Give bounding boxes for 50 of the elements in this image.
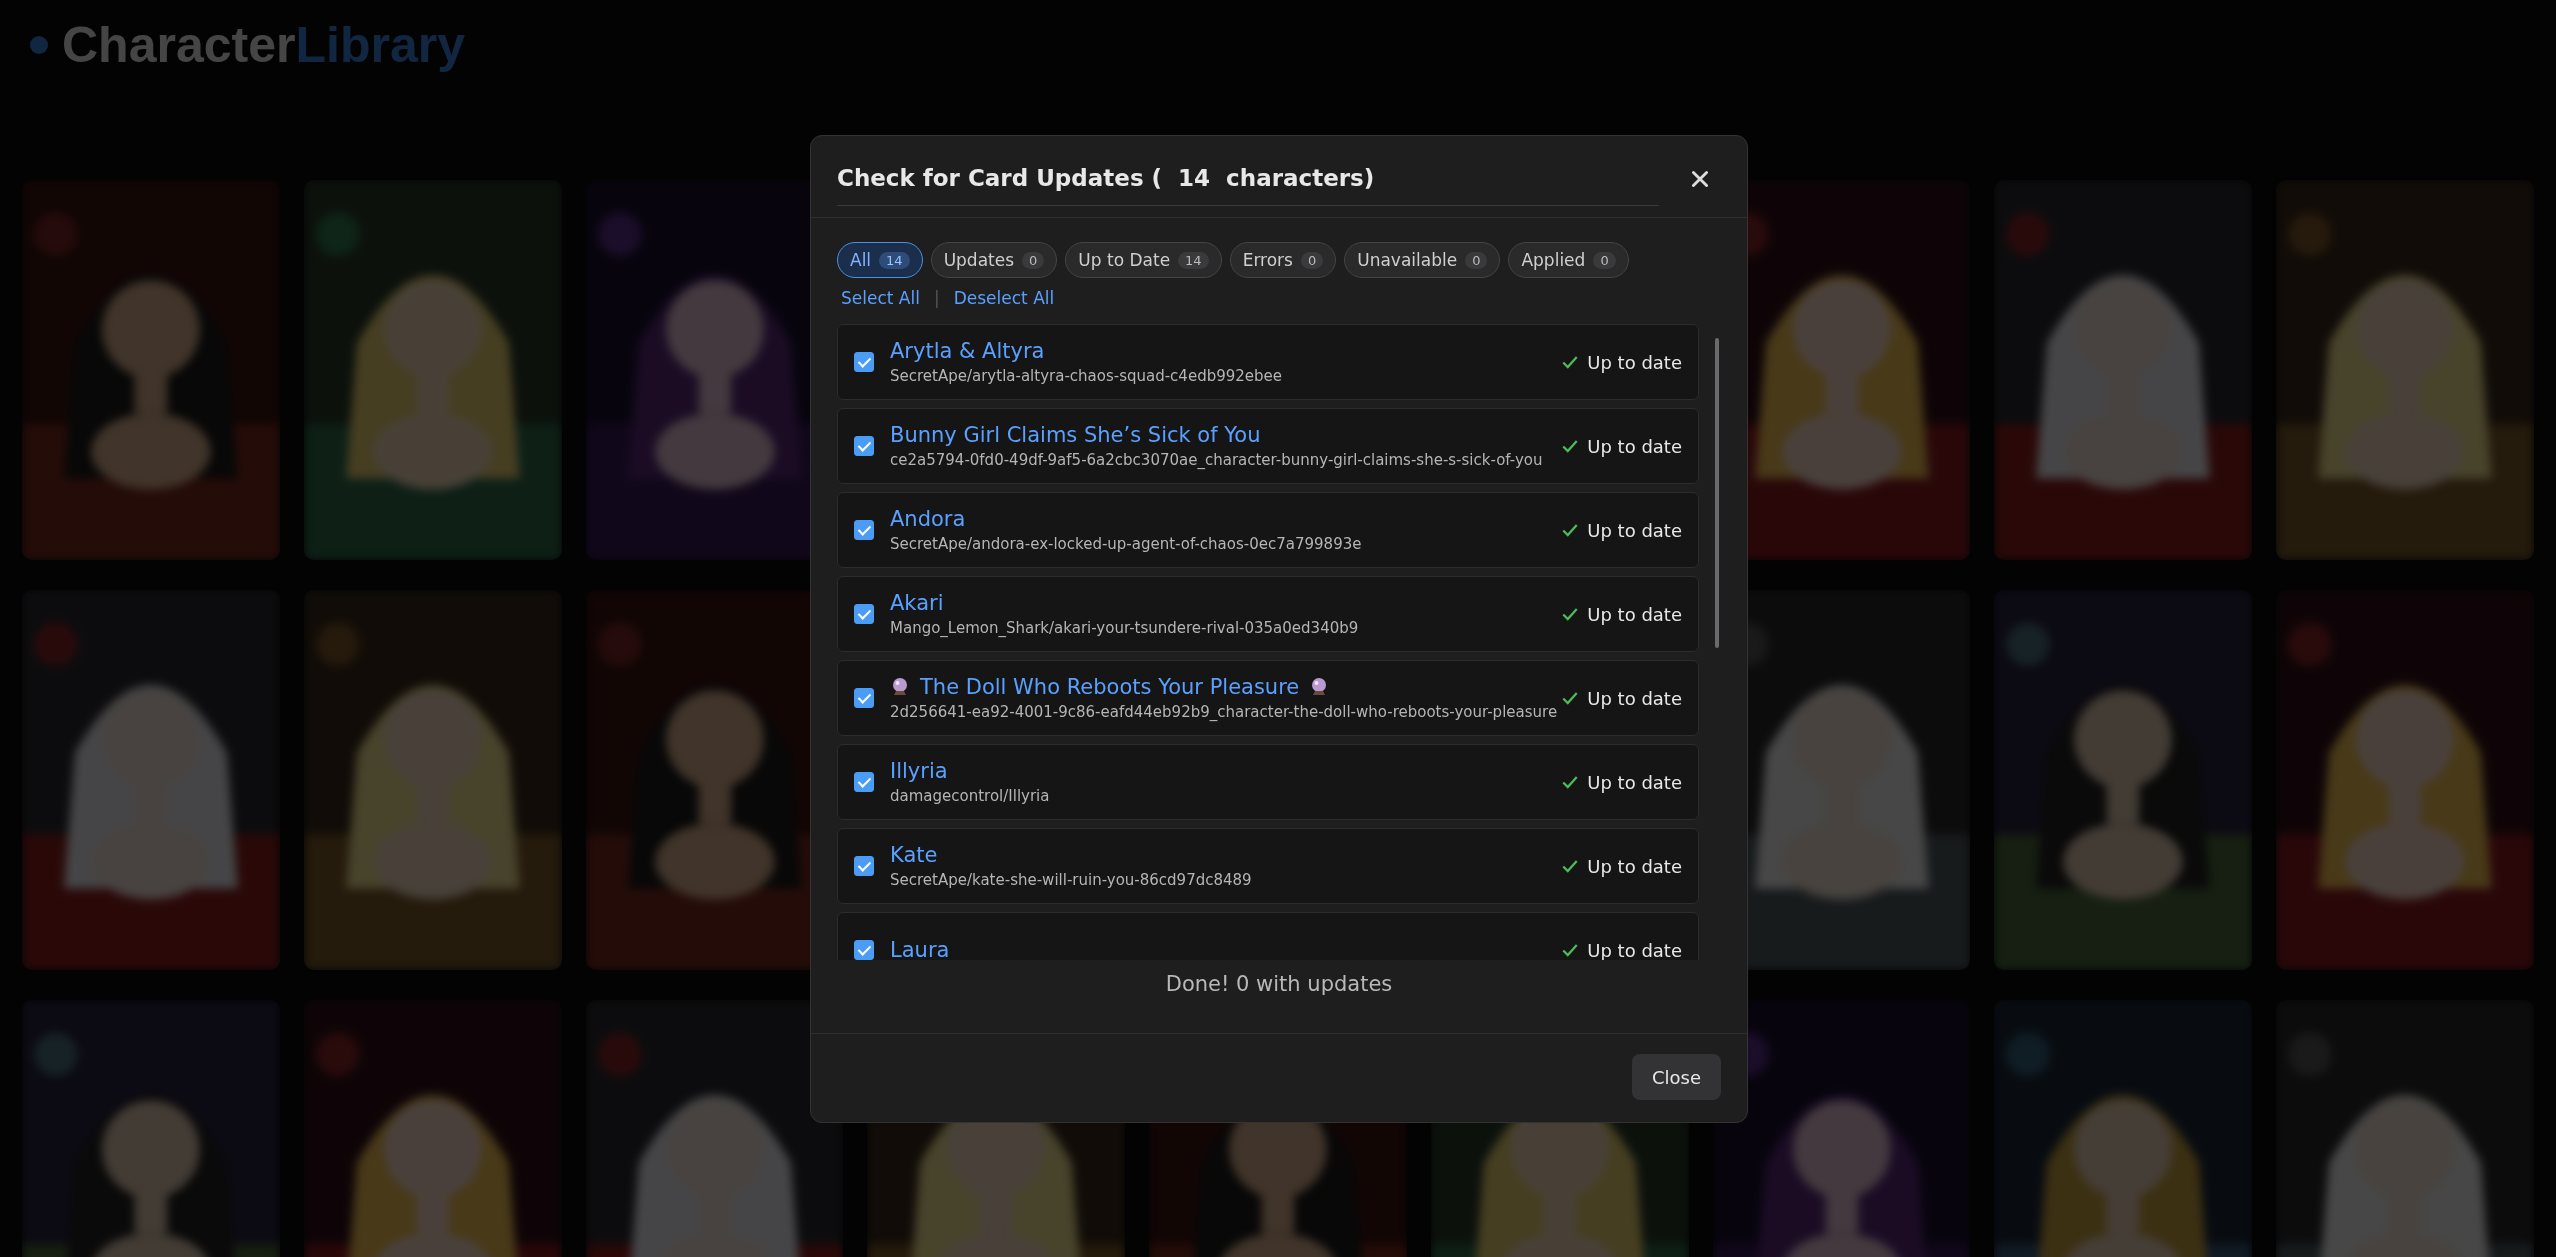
card-path: Mango_Lemon_Shark/akari-your-tsundere-rival-035a0ed340b9 — [890, 619, 1360, 637]
checkbox[interactable] — [854, 772, 874, 792]
dialog-title: Check for Card Updates ( 14 characters) — [837, 165, 1659, 206]
status-text: Up to date — [1587, 603, 1682, 625]
character-name-link[interactable]: The Doll Who Reboots Your Pleasure — [920, 675, 1300, 699]
status-text: Up to date — [1587, 519, 1682, 541]
select-all-link[interactable]: Select All — [841, 288, 920, 308]
checkbox[interactable] — [854, 856, 874, 876]
card-path: damagecontrol/Illyria — [890, 787, 1051, 805]
character-name-link[interactable]: Laura — [890, 938, 950, 960]
character-name-link[interactable]: Illyria — [890, 759, 948, 783]
count-badge: 0 — [1022, 251, 1045, 269]
checkbox[interactable] — [854, 688, 874, 708]
count-badge: 14 — [1178, 251, 1209, 269]
card-path: SecretApe/kate-she-will-ruin-you-86cd97dc8489 — [890, 871, 1253, 889]
checkbox[interactable] — [854, 604, 874, 624]
status-text: Up to date — [1587, 771, 1682, 793]
count-badge: 14 — [879, 251, 910, 269]
status-text: Up to date — [1587, 855, 1682, 877]
filter-tab[interactable]: Errors 0 — [1229, 242, 1337, 278]
scrollbar[interactable] — [1715, 338, 1719, 648]
deselect-all-link[interactable]: Deselect All — [953, 288, 1055, 308]
status-text: Up to date — [1587, 939, 1682, 960]
card-path: SecretApe/arytla-altyra-chaos-squad-c4edb992ebee — [890, 367, 1283, 385]
checkbox[interactable] — [854, 520, 874, 540]
status-text: Up to date — [1587, 435, 1682, 457]
count-badge: 0 — [1300, 251, 1324, 269]
character-name-link[interactable]: Andora — [890, 507, 966, 531]
filter-tab[interactable]: All 14 — [837, 242, 923, 278]
count-badge: 0 — [1465, 251, 1488, 269]
card-path: 2d256641-ea92-4001-9c86-eafd44eb92b9_character-the-doll-who-reboots-your-pleasure — [890, 703, 1559, 721]
separator: | — [933, 288, 940, 308]
checkbox[interactable] — [854, 436, 874, 456]
filter-tab[interactable]: Applied 0 — [1508, 242, 1629, 278]
checkbox[interactable] — [854, 940, 874, 960]
filter-tab[interactable]: Unavailable 0 — [1344, 242, 1501, 278]
summary-text: Done! 0 with updates — [1164, 971, 1394, 996]
filter-tab[interactable]: Up to Date 14 — [1065, 242, 1222, 278]
card-path: ce2a5794-0fd0-49df-9af5-6a2cbc3070ae_character-bunny-girl-claims-she-s-sick-of-you — [890, 451, 1544, 469]
character-name-link[interactable]: Kate — [890, 843, 938, 867]
status-text: Up to date — [1587, 687, 1682, 709]
character-name-link[interactable]: Arytla & Altyra — [890, 339, 1045, 363]
filter-tab[interactable]: Updates 0 — [930, 242, 1058, 278]
card-path: SecretApe/andora-ex-locked-up-agent-of-chaos-0ec7a799893e — [890, 535, 1363, 553]
character-name-link[interactable]: Bunny Girl Claims She’s Sick of You — [890, 423, 1261, 447]
close-button[interactable]: Close — [1631, 1054, 1721, 1100]
checkbox[interactable] — [854, 352, 874, 372]
count-badge: 0 — [1593, 251, 1616, 269]
status-text: Up to date — [1587, 351, 1682, 373]
character-name-link[interactable]: Akari — [890, 591, 944, 615]
